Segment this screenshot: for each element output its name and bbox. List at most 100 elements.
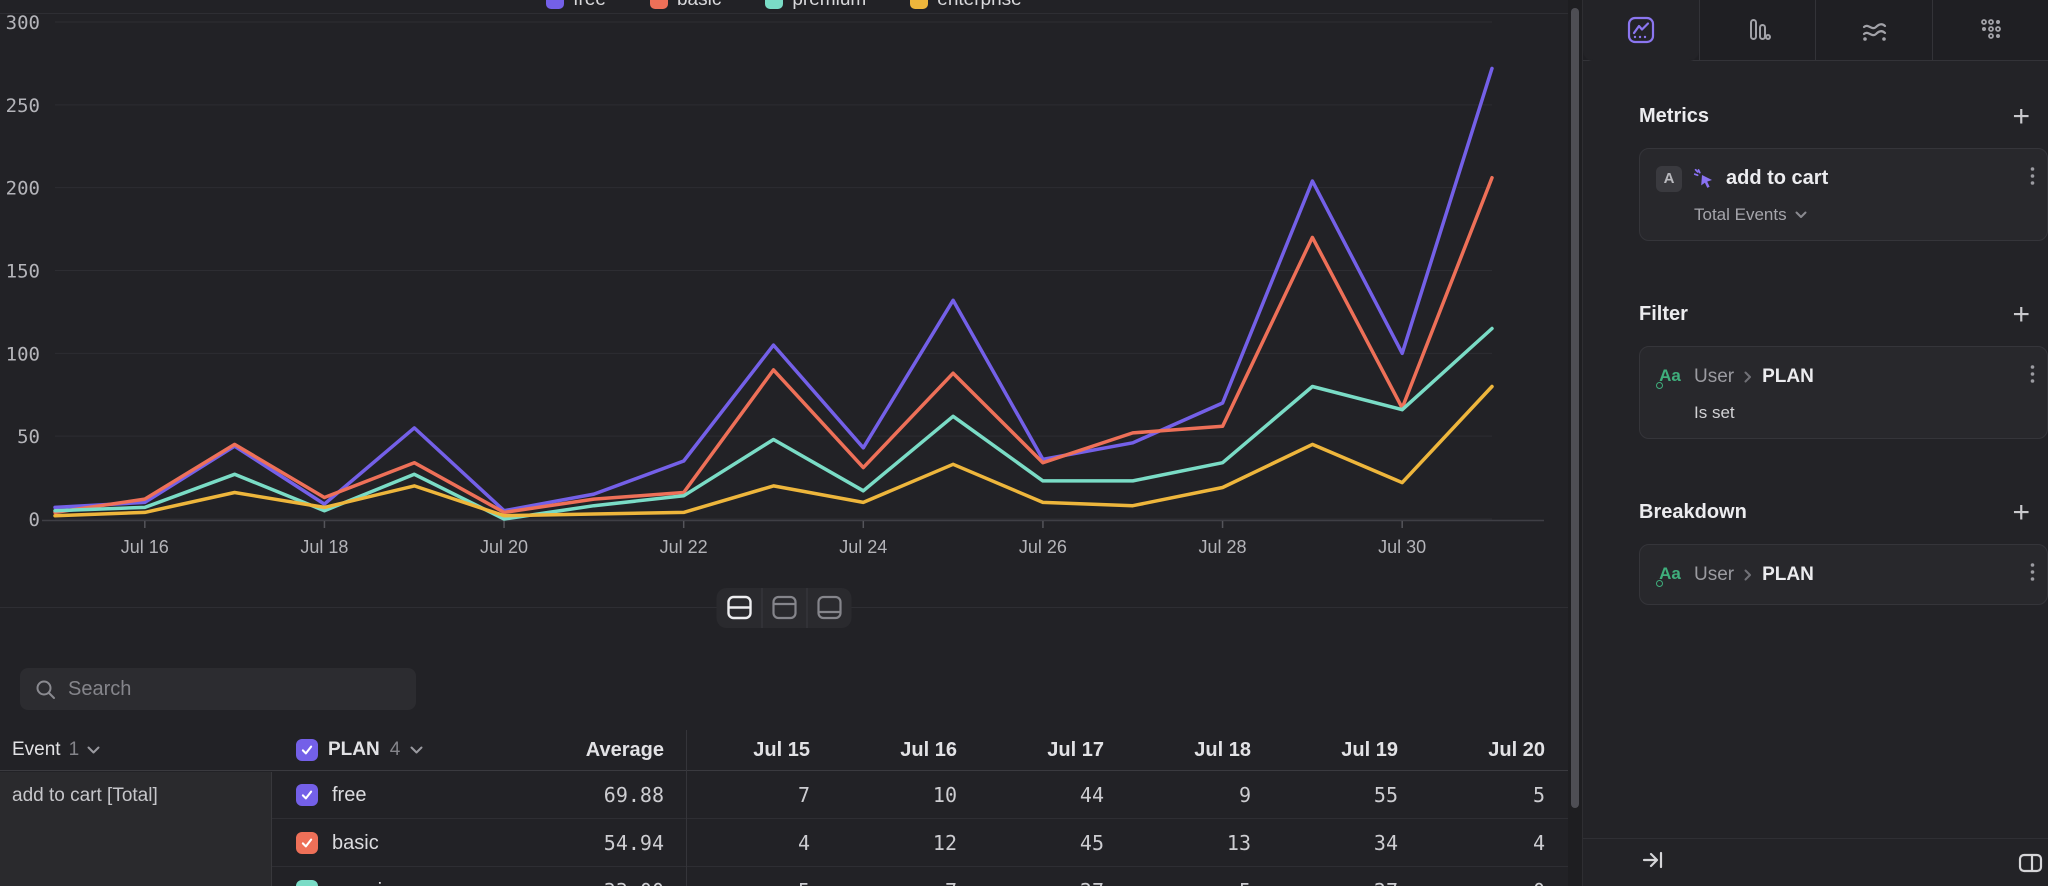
row-checkbox[interactable]	[296, 832, 318, 854]
table-row-basic: basic54.944124513344	[272, 819, 1568, 867]
metric-menu-button[interactable]	[2026, 164, 2039, 193]
row-values: 57275270	[686, 867, 1568, 886]
filter-property: PLAN	[1762, 366, 1814, 388]
filter-condition[interactable]: Is set	[1694, 403, 2039, 423]
vertical-scrollbar	[1568, 0, 1582, 886]
layout-panel-bottom-button[interactable]	[807, 588, 852, 628]
cell-value: 4	[1421, 819, 1568, 867]
search-input[interactable]	[20, 668, 416, 710]
plan-selector-label: PLAN	[328, 739, 380, 761]
plan-select-all-checkbox[interactable]	[296, 739, 318, 761]
layout-panel-top-button[interactable]	[762, 588, 807, 628]
column-header-jul-20[interactable]: Jul 20	[1421, 730, 1568, 770]
line-chart[interactable]: 050100150200250300Jul 16Jul 18Jul 20Jul …	[0, 0, 1568, 586]
metric-event-name: add to cart	[1726, 167, 1828, 190]
table-row-premium: premium33.0057275270	[272, 867, 1568, 886]
table-header: Event 1 PLAN 4 Average Jul 15Jul 16Jul 1…	[0, 730, 1568, 771]
row-average: 54.94	[452, 819, 664, 867]
line-chart-icon	[1625, 14, 1657, 46]
row-average: 69.88	[452, 771, 664, 819]
cell-value: 5	[1127, 867, 1274, 886]
average-column-divider	[686, 730, 687, 886]
filter-menu-button[interactable]	[2026, 362, 2039, 391]
cell-value: 34	[1274, 819, 1421, 867]
table-row-free: free 69.88 710449555	[272, 771, 1568, 819]
layout-split-rows-button[interactable]	[717, 588, 762, 628]
metric-card[interactable]: A add to cart Total Events	[1639, 148, 2048, 241]
row-values: 710449555	[686, 771, 1568, 819]
metric-letter-badge: A	[1656, 166, 1682, 192]
row-group-label: add to cart [Total]	[0, 772, 272, 886]
cell-value: 7	[833, 867, 980, 886]
row-label: premium	[332, 867, 410, 886]
filter-scope: User	[1694, 366, 1734, 388]
cell-value: 27	[1274, 867, 1421, 886]
row-checkbox[interactable]	[296, 880, 318, 886]
date-column-headers: Jul 15Jul 16Jul 17Jul 18Jul 19Jul 20	[686, 730, 1568, 770]
breakdown-property: PLAN	[1762, 564, 1814, 586]
toggle-sidebar-button[interactable]	[2018, 851, 2044, 880]
event-selector[interactable]: Event 1	[12, 730, 100, 770]
tab-bar-chart[interactable]	[1699, 0, 1816, 60]
svg-text:Jul 22: Jul 22	[660, 537, 708, 557]
query-builder-panel: Metrics + A add to cart Total Events Fil…	[1582, 0, 2048, 886]
svg-text:Jul 24: Jul 24	[839, 537, 887, 557]
column-header-jul-16[interactable]: Jul 16	[833, 730, 980, 770]
average-column-header: Average	[430, 730, 664, 770]
tab-more-charts[interactable]	[1932, 0, 2048, 60]
report-main: freebasicpremiumenterprise 0501001502002…	[0, 0, 1568, 886]
cell-value: 0	[1421, 867, 1568, 886]
text-property-icon: Aa	[1656, 365, 1684, 389]
filter-card[interactable]: Aa User PLAN Is set	[1639, 346, 2048, 439]
row-label: free	[332, 771, 366, 819]
metrics-section-header: Metrics +	[1639, 105, 2034, 128]
row-values: 4124513344	[686, 819, 1568, 867]
cell-value: 7	[686, 771, 833, 819]
scrollbar-thumb[interactable]	[1571, 8, 1579, 808]
svg-text:Jul 18: Jul 18	[300, 537, 348, 557]
chevron-right-icon	[1744, 371, 1752, 383]
breakdown-menu-button[interactable]	[2026, 560, 2039, 589]
breakdown-card[interactable]: Aa User PLAN	[1639, 544, 2048, 605]
add-metric-button[interactable]: +	[2012, 106, 2034, 128]
arrow-to-line-icon	[1641, 848, 1665, 872]
svg-text:Jul 16: Jul 16	[121, 537, 169, 557]
add-breakdown-button[interactable]: +	[2012, 502, 2034, 524]
svg-text:250: 250	[6, 95, 40, 117]
column-header-jul-17[interactable]: Jul 17	[980, 730, 1127, 770]
add-filter-button[interactable]: +	[2012, 304, 2034, 326]
chevron-right-icon	[1744, 569, 1752, 581]
column-header-jul-18[interactable]: Jul 18	[1127, 730, 1274, 770]
breakdown-section-header: Breakdown +	[1639, 501, 2034, 524]
search-icon	[34, 678, 58, 707]
flow-chart-icon	[1857, 14, 1891, 46]
breakdown-scope: User	[1694, 564, 1734, 586]
collapse-panel-button[interactable]	[1641, 848, 1665, 877]
row-average: 33.00	[452, 867, 664, 886]
svg-text:Jul 26: Jul 26	[1019, 537, 1067, 557]
cell-value: 4	[686, 819, 833, 867]
svg-text:200: 200	[6, 178, 40, 200]
filter-condition-label: Is set	[1694, 403, 1735, 423]
svg-text:Jul 20: Jul 20	[480, 537, 528, 557]
tab-flow-chart[interactable]	[1815, 0, 1932, 60]
event-selector-count: 1	[69, 739, 80, 761]
row-checkbox[interactable]	[296, 784, 318, 806]
svg-text:50: 50	[17, 426, 40, 448]
chevron-down-icon	[1795, 211, 1807, 219]
column-header-jul-19[interactable]: Jul 19	[1274, 730, 1421, 770]
svg-text:Jul 28: Jul 28	[1199, 537, 1247, 557]
table-search-row	[20, 668, 416, 710]
svg-text:0: 0	[29, 509, 40, 531]
svg-text:150: 150	[6, 261, 40, 283]
cell-value: 10	[833, 771, 980, 819]
column-header-jul-15[interactable]: Jul 15	[686, 730, 833, 770]
plan-selector-count: 4	[390, 739, 401, 761]
tab-line-chart[interactable]	[1583, 0, 1699, 61]
plan-selector[interactable]: PLAN 4	[296, 730, 423, 770]
chart-layout-toggle	[717, 588, 852, 628]
filter-title: Filter	[1639, 303, 1688, 326]
metric-measure-selector[interactable]: Total Events	[1694, 205, 2039, 225]
panel-footer	[1583, 838, 2048, 886]
event-selector-label: Event	[12, 739, 61, 761]
